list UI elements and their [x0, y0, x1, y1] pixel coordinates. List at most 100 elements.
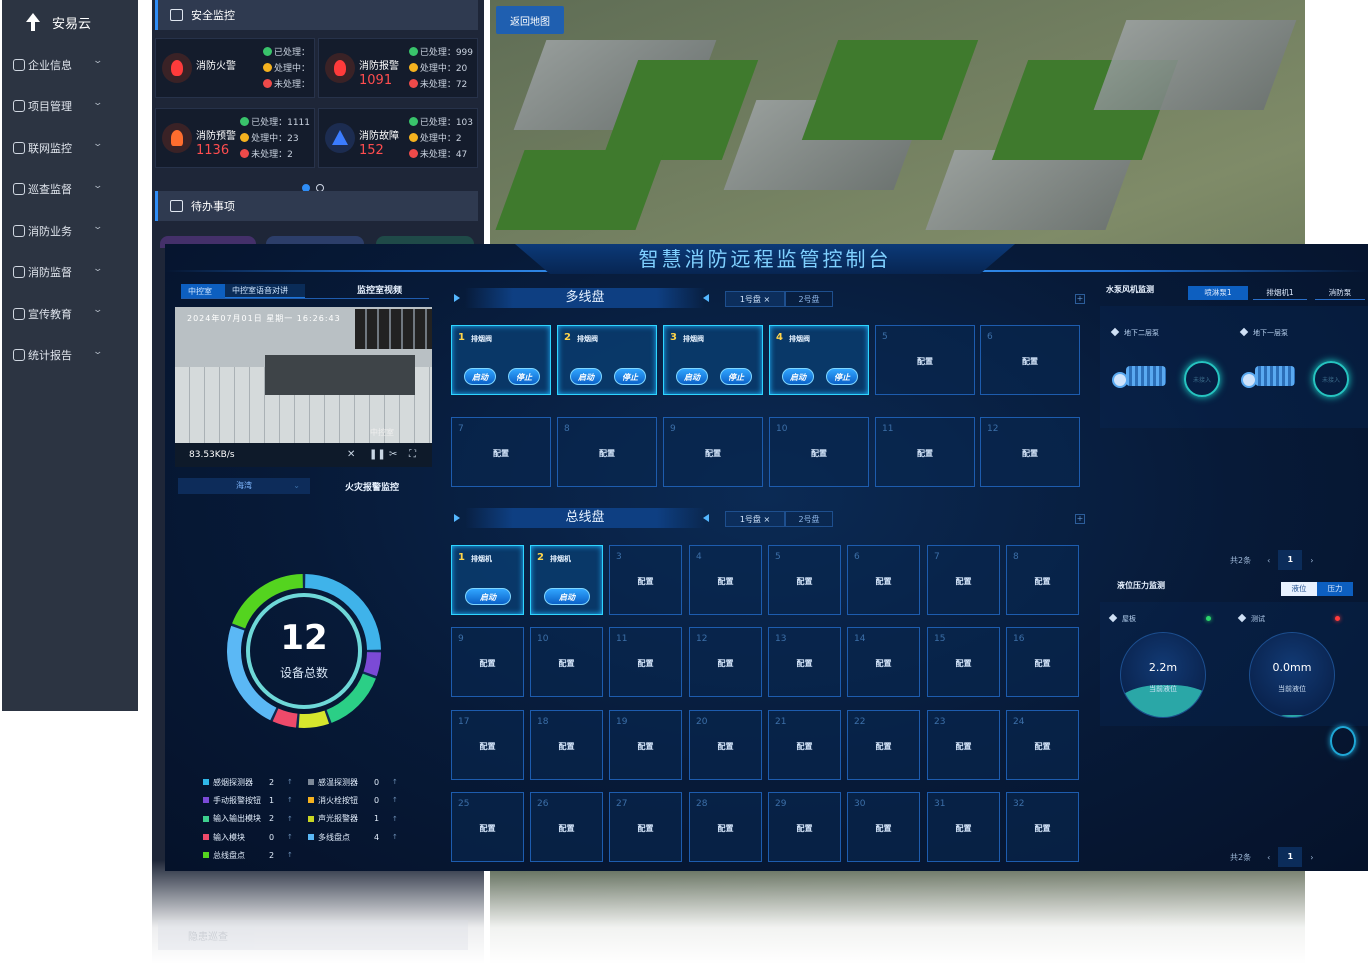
bus-cell[interactable]: 17 配置 [451, 710, 524, 780]
configure-button[interactable]: 配置 [452, 823, 523, 834]
configure-button[interactable]: 配置 [1007, 823, 1078, 834]
configure-button[interactable]: 配置 [452, 658, 523, 669]
configure-button[interactable]: 配置 [531, 823, 602, 834]
bus-tab-1[interactable]: 1号盘 × [725, 511, 785, 527]
stop-button[interactable]: 停止 [508, 368, 540, 385]
configure-button[interactable]: 配置 [531, 658, 602, 669]
multiline-cell[interactable]: 2 排烟阀 启动 停止 [557, 325, 657, 395]
bus-cell[interactable]: 21 配置 [768, 710, 841, 780]
pump-tab-3[interactable]: 消防泵 [1315, 286, 1365, 300]
back-to-map-button[interactable]: 返回地图 [496, 6, 564, 34]
bus-cell[interactable]: 12 配置 [689, 627, 762, 697]
configure-button[interactable]: 配置 [770, 448, 868, 459]
bus-cell[interactable]: 3 配置 [609, 545, 682, 615]
stat-card[interactable]: 消防火警 已处理： 处理中： 未处理： [155, 38, 315, 98]
configure-button[interactable]: 配置 [558, 448, 656, 459]
pager-page[interactable]: 1 [1278, 550, 1303, 570]
configure-button[interactable]: 配置 [769, 576, 840, 587]
start-button[interactable]: 启动 [782, 368, 814, 385]
configure-button[interactable]: 配置 [769, 741, 840, 752]
multiline-cell[interactable]: 6 配置 [980, 325, 1080, 395]
start-button[interactable]: 启动 [676, 368, 708, 385]
chevron-down-icon[interactable]: ⌄ [93, 56, 104, 66]
bus-cell[interactable]: 29 配置 [768, 792, 841, 862]
bus-cell[interactable]: 27 配置 [609, 792, 682, 862]
close-icon[interactable]: × [763, 295, 770, 304]
bus-cell[interactable]: 2 排烟机 启动 [530, 545, 603, 615]
start-button[interactable]: 启动 [570, 368, 602, 385]
chevron-down-icon[interactable]: ⌄ [93, 139, 104, 149]
pump-tab-1[interactable]: 喷淋泵1 [1188, 286, 1248, 300]
pager-prev-icon[interactable]: ‹ [1267, 853, 1270, 862]
pump-tab-2[interactable]: 排烟机1 [1253, 286, 1307, 300]
chevron-down-icon[interactable]: ⌄ [93, 181, 104, 191]
bus-cell[interactable]: 30 配置 [847, 792, 920, 862]
bus-add-icon[interactable]: + [1075, 514, 1085, 524]
screenshot-icon[interactable]: ✂ [389, 449, 397, 460]
bus-cell[interactable]: 22 配置 [847, 710, 920, 780]
configure-button[interactable]: 配置 [981, 356, 1079, 367]
multiline-cell[interactable]: 3 排烟阀 启动 停止 [663, 325, 763, 395]
level-tab-level[interactable]: 液位 [1281, 582, 1317, 596]
sidebar-item-6[interactable]: 宣传教育 ⌄ [2, 293, 138, 335]
bus-cell[interactable]: 19 配置 [609, 710, 682, 780]
brand[interactable]: 安易云 [2, 0, 138, 44]
sidebar-item-3[interactable]: 巡查监督 ⌄ [2, 169, 138, 211]
stop-button[interactable]: 停止 [720, 368, 752, 385]
mute-icon[interactable]: ✕ [347, 449, 355, 460]
multiline-left-arrow-icon[interactable] [454, 294, 460, 302]
bus-cell[interactable]: 24 配置 [1006, 710, 1079, 780]
bus-cell[interactable]: 14 配置 [847, 627, 920, 697]
configure-button[interactable]: 配置 [928, 741, 999, 752]
multiline-right-arrow-icon[interactable] [703, 294, 709, 302]
stop-button[interactable]: 停止 [826, 368, 858, 385]
bus-cell[interactable]: 13 配置 [768, 627, 841, 697]
multiline-cell[interactable]: 4 排烟阀 启动 停止 [769, 325, 869, 395]
configure-button[interactable]: 配置 [690, 741, 761, 752]
configure-button[interactable]: 配置 [848, 741, 919, 752]
configure-button[interactable]: 配置 [1007, 741, 1078, 752]
configure-button[interactable]: 配置 [928, 823, 999, 834]
stat-card[interactable]: 消防故障 152 已处理：103 处理中：2 未处理：47 [318, 108, 478, 168]
bus-cell[interactable]: 26 配置 [530, 792, 603, 862]
configure-button[interactable]: 配置 [876, 356, 974, 367]
stat-card[interactable]: 消防预警 1136 已处理：1111 处理中：23 未处理：2 [155, 108, 315, 168]
stat-card[interactable]: 消防报警 1091 已处理：999 处理中：20 未处理：72 [318, 38, 478, 98]
multiline-cell[interactable]: 11 配置 [875, 417, 975, 487]
configure-button[interactable]: 配置 [1007, 576, 1078, 587]
bus-cell[interactable]: 32 配置 [1006, 792, 1079, 862]
chevron-down-icon[interactable]: ⌄ [93, 98, 104, 108]
stop-button[interactable]: 停止 [614, 368, 646, 385]
close-icon[interactable]: × [763, 515, 770, 524]
bus-cell[interactable]: 15 配置 [927, 627, 1000, 697]
multiline-add-icon[interactable]: + [1075, 294, 1085, 304]
bus-cell[interactable]: 6 配置 [847, 545, 920, 615]
configure-button[interactable]: 配置 [876, 448, 974, 459]
sidebar-item-7[interactable]: 统计报告 ⌄ [2, 335, 138, 377]
multiline-cell[interactable]: 12 配置 [980, 417, 1080, 487]
multiline-cell[interactable]: 1 排烟阀 启动 停止 [451, 325, 551, 395]
bus-cell[interactable]: 16 配置 [1006, 627, 1079, 697]
multiline-cell[interactable]: 10 配置 [769, 417, 869, 487]
chevron-down-icon[interactable]: ⌄ [93, 222, 104, 232]
bus-cell[interactable]: 20 配置 [689, 710, 762, 780]
bus-cell[interactable]: 10 配置 [530, 627, 603, 697]
configure-button[interactable]: 配置 [531, 741, 602, 752]
configure-button[interactable]: 配置 [452, 448, 550, 459]
bus-cell[interactable]: 11 配置 [609, 627, 682, 697]
fullscreen-icon[interactable]: ⛶ [409, 449, 416, 460]
bus-cell[interactable]: 25 配置 [451, 792, 524, 862]
sidebar-item-5[interactable]: 消防监督 ⌄ [2, 252, 138, 294]
configure-button[interactable]: 配置 [1007, 658, 1078, 669]
pause-icon[interactable]: ❚❚ [369, 449, 386, 460]
pager-next-icon[interactable]: › [1310, 556, 1313, 565]
bus-cell[interactable]: 23 配置 [927, 710, 1000, 780]
pager-next-icon[interactable]: › [1310, 853, 1313, 862]
start-button[interactable]: 启动 [465, 588, 511, 605]
bus-cell[interactable]: 1 排烟机 启动 [451, 545, 524, 615]
multiline-tab-1[interactable]: 1号盘 × [725, 291, 785, 307]
chevron-down-icon[interactable]: ⌄ [93, 264, 104, 274]
sidebar-item-0[interactable]: 企业信息 ⌄ [2, 44, 138, 86]
controller-select[interactable]: 海湾 ⌄ [178, 478, 310, 494]
multiline-cell[interactable]: 8 配置 [557, 417, 657, 487]
